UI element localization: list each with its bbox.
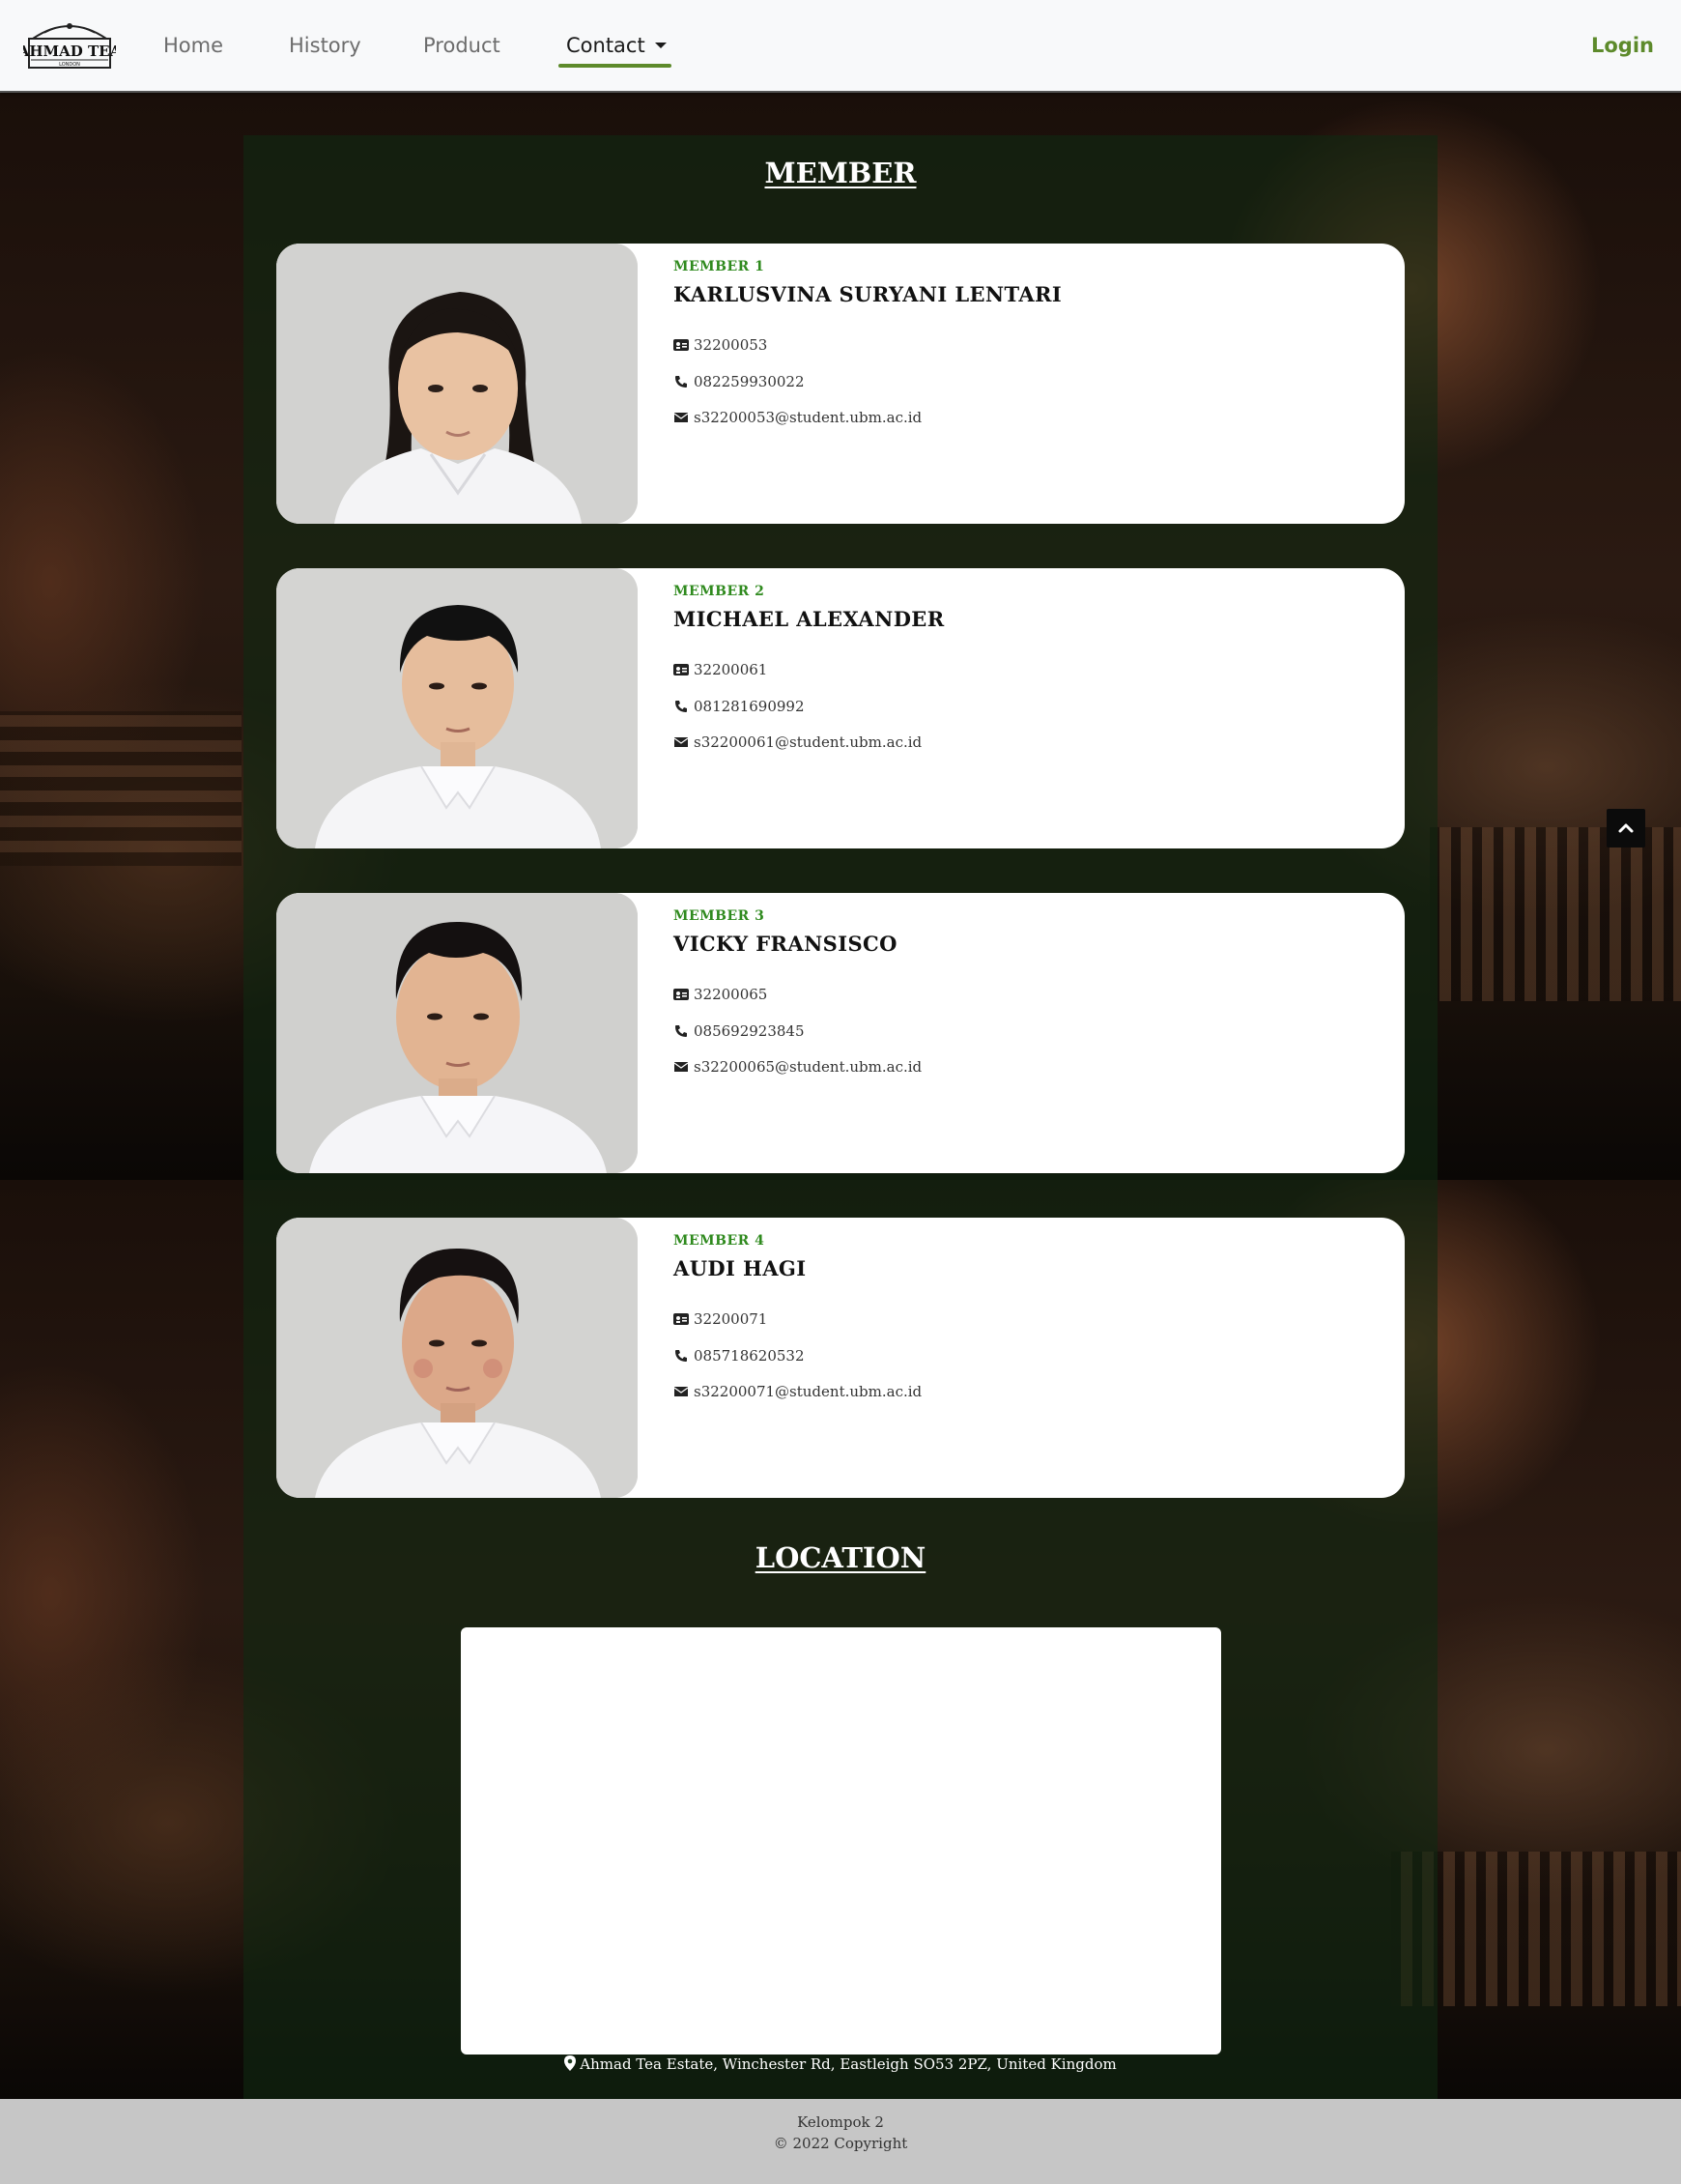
phone-icon <box>675 376 687 388</box>
member-email-row: s32200071@student.ubm.ac.id <box>673 1383 922 1400</box>
address-text: Ahmad Tea Estate, Winchester Rd, Eastlei… <box>580 2055 1117 2073</box>
member-card: MEMBER 4 AUDI HAGI 32200071 085718620532… <box>276 1218 1405 1498</box>
member-phone: 081281690992 <box>694 698 805 715</box>
member-email[interactable]: s32200065@student.ubm.ac.id <box>694 1058 922 1076</box>
phone-icon <box>675 701 687 712</box>
member-card: MEMBER 1 KARLUSVINA SURYANI LENTARI 3220… <box>276 244 1405 524</box>
location-address: Ahmad Tea Estate, Winchester Rd, Eastlei… <box>0 2055 1681 2073</box>
nav-contact-label: Contact <box>566 34 645 57</box>
id-card-icon <box>673 664 689 675</box>
envelope-icon <box>673 1387 689 1396</box>
member-name: VICKY FRANSISCO <box>673 932 897 956</box>
footer-group-name: Kelompok 2 <box>797 2113 884 2131</box>
logo-subtext: LONDON <box>59 62 80 68</box>
background-tea-tray <box>1430 827 1681 1001</box>
member-photo <box>276 1218 638 1498</box>
member-label: MEMBER 4 <box>673 1233 765 1249</box>
member-name: AUDI HAGI <box>673 1256 807 1280</box>
member-email-row: s32200065@student.ubm.ac.id <box>673 1058 922 1076</box>
chevron-up-icon <box>1618 823 1634 833</box>
scroll-to-top-button[interactable] <box>1607 809 1645 848</box>
member-label: MEMBER 1 <box>673 259 765 274</box>
member-email[interactable]: s32200071@student.ubm.ac.id <box>694 1383 922 1400</box>
member-label: MEMBER 2 <box>673 584 765 599</box>
member-phone-row: 085718620532 <box>673 1347 805 1365</box>
member-phone-row: 085692923845 <box>673 1022 805 1040</box>
member-name: KARLUSVINA SURYANI LENTARI <box>673 282 1063 306</box>
member-card: MEMBER 3 VICKY FRANSISCO 32200065 085692… <box>276 893 1405 1173</box>
member-photo <box>276 568 638 848</box>
logo-text: AHMAD TEA <box>23 43 116 60</box>
nav-home-link[interactable]: Home <box>163 29 223 62</box>
member-name: MICHAEL ALEXANDER <box>673 607 945 631</box>
id-card-icon <box>673 1313 689 1325</box>
member-photo <box>276 893 638 1173</box>
member-phone: 085692923845 <box>694 1022 805 1040</box>
login-link[interactable]: Login <box>1591 29 1654 62</box>
member-email[interactable]: s32200061@student.ubm.ac.id <box>694 733 922 751</box>
nav-product-link[interactable]: Product <box>423 29 500 62</box>
envelope-icon <box>673 737 689 747</box>
envelope-icon <box>673 1062 689 1072</box>
member-phone: 085718620532 <box>694 1347 805 1365</box>
member-phone-row: 082259930022 <box>673 373 805 390</box>
member-id-row: 32200053 <box>673 336 767 354</box>
phone-icon <box>675 1025 687 1037</box>
nav-history-link[interactable]: History <box>289 29 361 62</box>
footer: Kelompok 2 © 2022 Copyright <box>0 2099 1681 2184</box>
member-card: MEMBER 2 MICHAEL ALEXANDER 32200061 0812… <box>276 568 1405 848</box>
location-map-embed[interactable] <box>461 1627 1221 2055</box>
member-id: 32200061 <box>694 661 768 678</box>
member-id: 32200071 <box>694 1310 768 1328</box>
ahmad-tea-logo[interactable]: AHMAD TEA LONDON <box>23 17 116 73</box>
member-id: 32200065 <box>694 986 768 1003</box>
member-id: 32200053 <box>694 336 768 354</box>
member-photo <box>276 244 638 524</box>
navbar: AHMAD TEA LONDON Home History Product Co… <box>0 0 1681 93</box>
member-id-row: 32200071 <box>673 1310 767 1328</box>
phone-icon <box>675 1350 687 1362</box>
member-email[interactable]: s32200053@student.ubm.ac.id <box>694 409 922 426</box>
caret-down-icon <box>654 43 667 48</box>
member-section-title: MEMBER <box>764 157 917 189</box>
envelope-icon <box>673 413 689 422</box>
map-marker-icon <box>564 2055 577 2071</box>
member-email-row: s32200053@student.ubm.ac.id <box>673 409 922 426</box>
background-wooden-table <box>0 711 242 866</box>
active-nav-indicator <box>558 64 671 68</box>
id-card-icon <box>673 989 689 1000</box>
footer-copyright: © 2022 Copyright <box>773 2135 908 2152</box>
member-id-row: 32200065 <box>673 986 767 1003</box>
member-phone-row: 081281690992 <box>673 698 805 715</box>
location-section-title: LOCATION <box>755 1541 926 1574</box>
nav-contact-dropdown[interactable]: Contact <box>566 29 667 62</box>
member-email-row: s32200061@student.ubm.ac.id <box>673 733 922 751</box>
member-id-row: 32200061 <box>673 661 767 678</box>
member-phone: 082259930022 <box>694 373 805 390</box>
member-label: MEMBER 3 <box>673 908 765 924</box>
id-card-icon <box>673 339 689 351</box>
